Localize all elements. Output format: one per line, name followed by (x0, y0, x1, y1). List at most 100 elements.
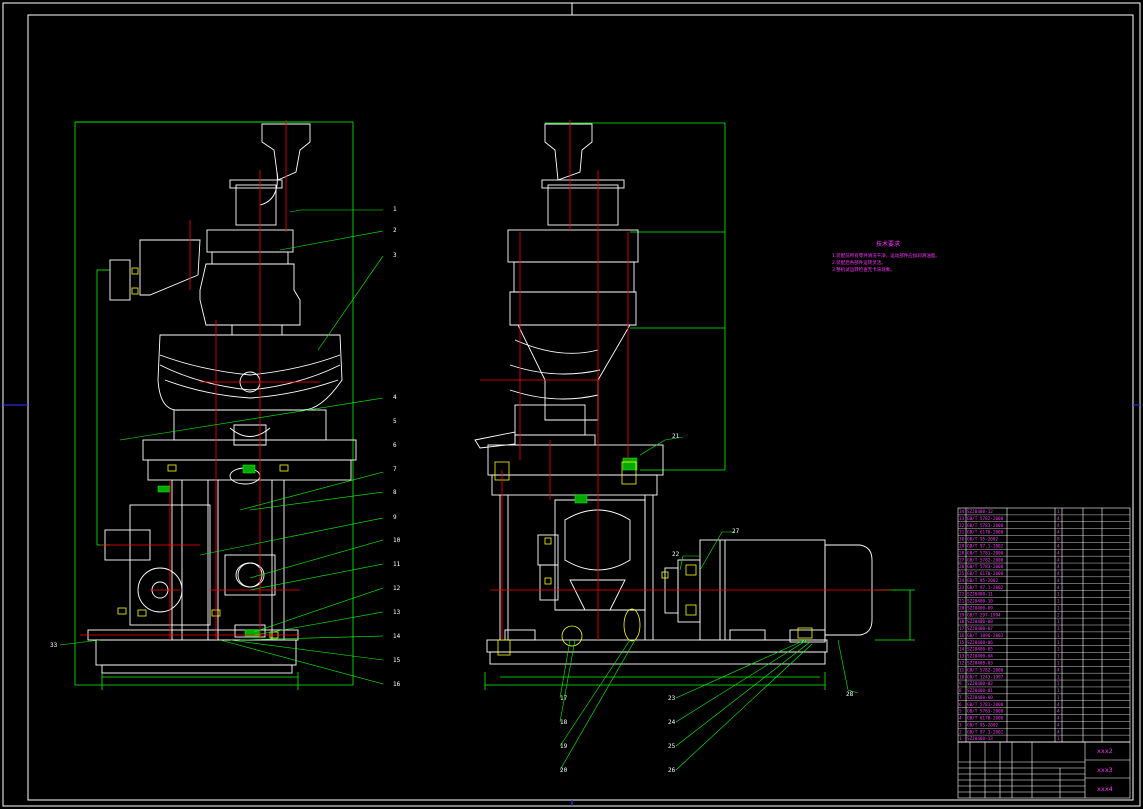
parts-list-cell: GB/T 5783-2000 (967, 709, 1004, 715)
title-block: xxx2 xxx3 xxx4 (957, 741, 1131, 799)
parts-list-cell: GB/T 6170-2000 (967, 571, 1004, 577)
parts-list-cell: 1 (1057, 736, 1060, 742)
right-leader-lines (559, 436, 859, 771)
parts-list-cell: SZJ0400-08 (967, 619, 993, 625)
parts-list-cell: GB/T 5782-2000 (967, 516, 1004, 522)
left-view: 1 2 3 4 5 6 7 8 9 10 11 12 13 14 15 16 3… (50, 120, 401, 690)
parts-list-cell: 1 (1057, 647, 1060, 653)
parts-list-cell: 1 (1057, 674, 1060, 680)
parts-list-cell: 30 (959, 537, 965, 543)
parts-list-cell: 4 (1057, 564, 1060, 570)
parts-list-cell: 4 (1057, 523, 1060, 529)
parts-list-cell: 6 (959, 702, 962, 708)
balloon-1: 1 (393, 206, 397, 213)
parts-list-cell: SZJ0400-02 (967, 681, 993, 687)
balloon-26: 26 (668, 767, 676, 774)
parts-list-cell: GB/T 97.1-2002 (967, 585, 1004, 591)
parts-list-cell: SZJ0400-07 (967, 626, 993, 632)
parts-list-cell: GB/T 5781-2000 (967, 702, 1004, 708)
parts-list-cell: 28 (959, 550, 965, 556)
parts-list-cell: 4 (1057, 530, 1060, 536)
left-dimensions (74, 121, 354, 690)
balloon-15: 15 (393, 657, 401, 664)
parts-list-cell: GB/T 1243-1997 (967, 674, 1004, 680)
parts-list-cell: SZJ0400-01 (967, 688, 993, 694)
balloon-16: 16 (393, 681, 401, 688)
balloon-33: 33 (50, 642, 58, 649)
parts-list-cell: 1 (1057, 640, 1060, 646)
right-balloon-labels: 21 22 27 28 17 18 19 20 23 24 25 26 (560, 433, 854, 774)
parts-list-cell: 27 (959, 557, 965, 563)
balloon-24: 24 (668, 719, 676, 726)
balloon-27: 27 (732, 528, 740, 535)
parts-list-cell: 4 (1057, 585, 1060, 591)
parts-list-cell: 2 (959, 729, 962, 735)
parts-list-cell: 8 (1057, 537, 1060, 543)
parts-list-cell: 1 (959, 736, 962, 742)
cad-drawing: 1 2 3 4 5 6 7 8 9 10 11 12 13 14 15 16 3… (2, 2, 1141, 807)
right-center-lines (480, 120, 890, 640)
parts-list-cell: 15 (959, 640, 965, 646)
parts-list-cell: 19 (959, 612, 965, 618)
left-balloon-labels: 1 2 3 4 5 6 7 8 9 10 11 12 13 14 15 16 3… (50, 206, 401, 688)
balloon-5: 5 (393, 418, 397, 425)
parts-list-cell: GB/T 5781-2000 (967, 550, 1004, 556)
parts-list-cell: 22 (959, 592, 965, 598)
tech-requirements-title: 技术要求 (876, 240, 900, 248)
parts-list-cell: 13 (959, 654, 965, 660)
left-fasteners (117, 267, 289, 639)
balloon-11: 11 (393, 561, 401, 568)
parts-list-cell: 1 (1057, 592, 1060, 598)
parts-list-cell: 29 (959, 543, 965, 549)
balloon-20: 20 (560, 767, 568, 774)
balloon-9: 9 (393, 514, 397, 521)
balloon-18: 18 (560, 719, 568, 726)
parts-list-cell: GB/T 97.1-2002 (967, 543, 1004, 549)
title-block-line-2: xxx3 (1097, 766, 1113, 774)
balloon-12: 12 (393, 585, 401, 592)
parts-list-cell: 34 (959, 509, 965, 515)
parts-list-cell: 4 (1057, 571, 1060, 577)
parts-list-cell: 4 (959, 716, 962, 722)
parts-list-cell: GB/T 6170-2000 (967, 530, 1004, 536)
balloon-19: 19 (560, 743, 568, 750)
parts-list-cell: 7 (959, 695, 962, 701)
parts-list-cell: 17 (959, 626, 965, 632)
parts-list-cell: 12 (959, 660, 965, 666)
balloon-17: 17 (560, 695, 568, 702)
parts-list-cell: GB/T 6170-2000 (967, 716, 1004, 722)
parts-list-cell: GB/T 5782-2000 (967, 557, 1004, 563)
parts-list-cell: 18 (959, 619, 965, 625)
parts-list-cell: 4 (1057, 557, 1060, 563)
parts-list: 34 SZJ0400-12 133 GB/T 5782-2000 432 GB/T 578… (957, 507, 1131, 743)
parts-list-cell: 14 (959, 647, 965, 653)
parts-list-cell: GB/T 5783-2000 (967, 523, 1004, 529)
balloon-8: 8 (393, 489, 397, 496)
parts-list-cell: SZJ0400-13 (967, 736, 993, 742)
parts-list-cell: 25 (959, 571, 965, 577)
parts-list-cell: GB/T 95-2002 (967, 578, 998, 584)
parts-list-cell: 1 (1057, 619, 1060, 625)
parts-list-cell: GB/T 97.1-2002 (967, 729, 1004, 735)
title-block-line-1: xxx2 (1097, 747, 1113, 755)
parts-list-cell: 5 (959, 709, 962, 715)
technical-requirements: 技术要求 1.装配前所有零件清洗干净，运动部件应加润滑油脂。 2.装配后各部件运… (832, 240, 940, 273)
tech-note-3: 3.整机试运转检查无卡滞现象。 (832, 266, 895, 273)
parts-list-cell: SZJ0400-12 (967, 509, 993, 515)
parts-list-cell: 1 (1057, 633, 1060, 639)
parts-list-cell: 1 (1057, 626, 1060, 632)
balloon-10: 10 (393, 537, 401, 544)
balloon-22: 22 (672, 551, 680, 558)
balloon-2: 2 (393, 227, 397, 234)
parts-list-cell: 2 (1057, 612, 1060, 618)
parts-list-cell: 4 (1057, 516, 1060, 522)
parts-list-cell: GB/T 297-1994 (967, 612, 1001, 618)
left-green-parts (157, 464, 261, 637)
right-green-parts (574, 457, 638, 504)
parts-list-cell: 3 (959, 722, 962, 728)
parts-list-cell: 16 (959, 633, 965, 639)
balloon-7: 7 (393, 466, 397, 473)
right-fasteners (494, 461, 813, 656)
balloon-28: 28 (846, 691, 854, 698)
parts-list-cell: 9 (959, 681, 962, 687)
